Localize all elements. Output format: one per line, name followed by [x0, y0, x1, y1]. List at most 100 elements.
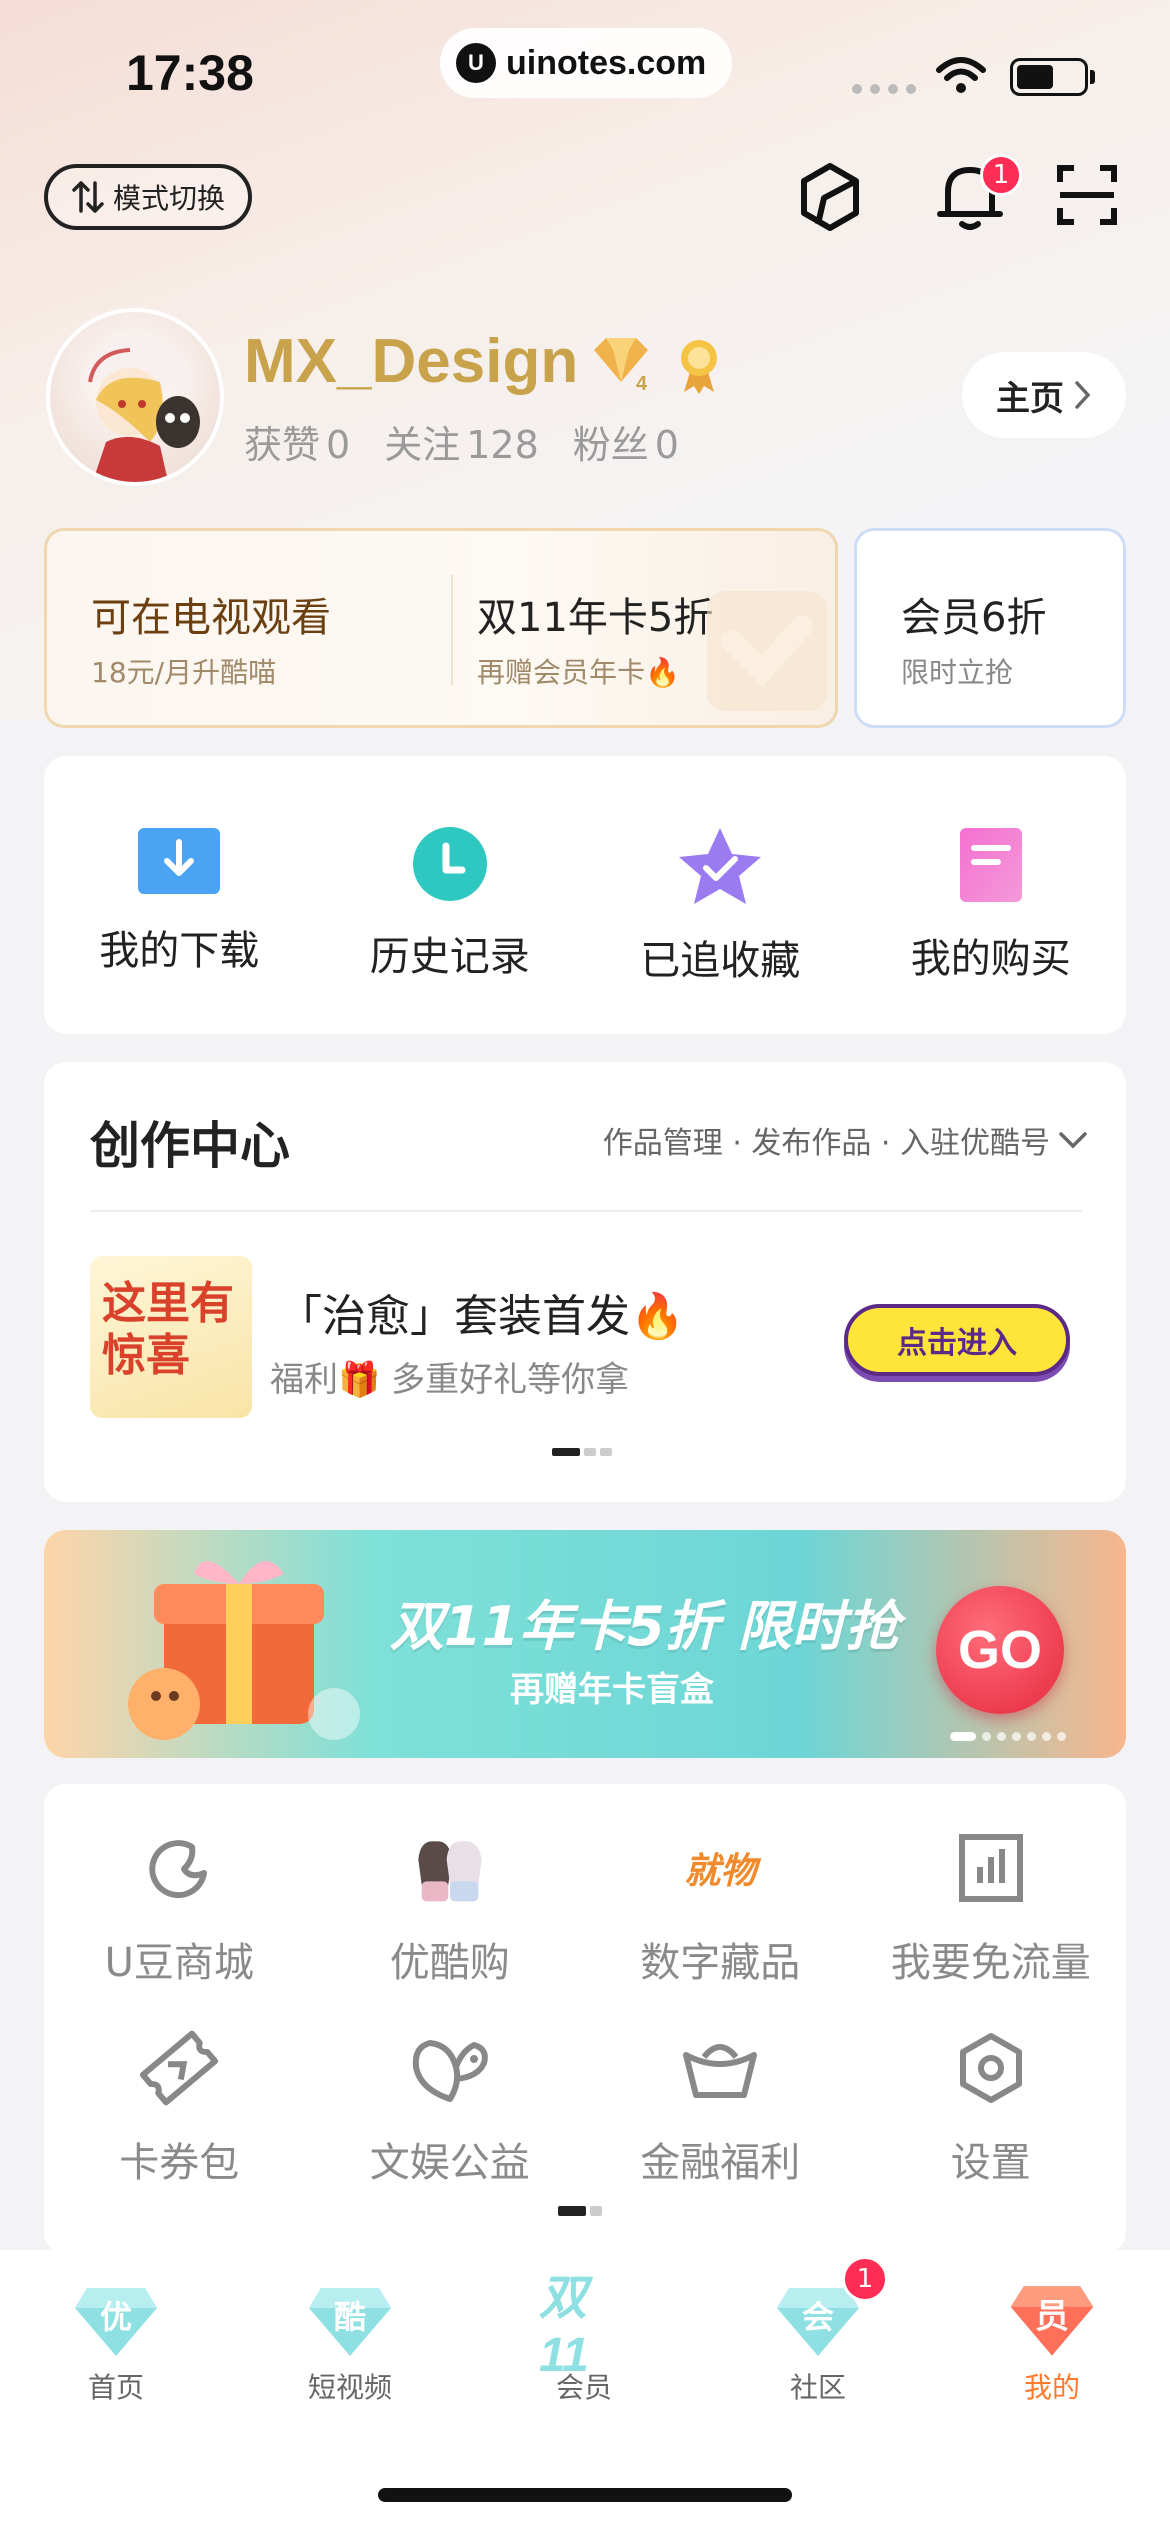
status-time: 17:38 — [126, 45, 254, 101]
svg-text:员: 员 — [1035, 2297, 1069, 2336]
charity-icon — [412, 2040, 488, 2102]
coupon-wallet[interactable]: 卡券包 — [44, 2028, 315, 2188]
vip-tab-icon: 双11 — [539, 2271, 589, 2382]
likes-stat[interactable]: 获赞 0 — [244, 414, 350, 469]
promo-thumbnail[interactable]: 这里有惊喜 — [90, 1256, 252, 1418]
scan-icon[interactable] — [1056, 164, 1118, 226]
purchase-doc-icon — [959, 828, 1022, 902]
free-data-label: 我要免流量 — [890, 1940, 1091, 1986]
digital-collection-icon: 就物 — [684, 1851, 757, 1892]
u-bean-mall[interactable]: U豆商城 — [44, 1828, 315, 1988]
banner-go-button[interactable]: GO — [936, 1586, 1064, 1714]
home-indicator — [378, 2488, 792, 2502]
tab-home[interactable]: 优 首页 — [36, 2280, 196, 2406]
homepage-button[interactable]: 主页 — [962, 352, 1126, 438]
promo-enter-button[interactable]: 点击进入 — [844, 1304, 1070, 1376]
divider — [90, 1210, 1082, 1212]
tab-vip-label: 会员 — [555, 2371, 612, 2404]
svg-text:会: 会 — [802, 2298, 834, 2336]
favorites[interactable]: 已追收藏 — [585, 756, 856, 1034]
avatar[interactable] — [46, 308, 224, 486]
digital-collection[interactable]: 就物 数字藏品 — [585, 1828, 856, 1988]
member-discount-card[interactable]: 会员6折 限时立抢 — [854, 528, 1126, 728]
heart-watermark-icon — [707, 591, 827, 711]
url-pill[interactable]: U uinotes.com — [440, 28, 732, 98]
creator-center: 创作中心 作品管理 · 发布作品 · 入驻优酷号 这里有惊喜 「治愈」套装首发🔥… — [44, 1062, 1126, 1502]
vip-promo-card[interactable]: 可在电视观看 18元/月升酷喵 双11年卡5折 再赠会员年卡🔥 — [44, 528, 838, 728]
tab-short-video[interactable]: 酷 短视频 — [270, 2280, 430, 2406]
mode-switch-label: 模式切换 — [112, 182, 225, 215]
username: MX_Design — [244, 327, 579, 396]
tab-community-label: 社区 — [789, 2371, 846, 2404]
banner-subtitle: 再赠年卡盲盒 — [510, 1670, 714, 1710]
tab-mine-label: 我的 — [1023, 2371, 1080, 2404]
notification-badge: 1 — [980, 154, 1022, 196]
charity[interactable]: 文娱公益 — [315, 2028, 586, 2188]
url-text: uinotes.com — [506, 43, 707, 82]
cube-icon[interactable] — [798, 162, 862, 232]
favorites-label: 已追收藏 — [640, 938, 801, 984]
mine-tab-icon: 员 — [1010, 2286, 1094, 2356]
following-stat[interactable]: 关注 128 — [384, 414, 539, 469]
settings[interactable]: 设置 — [856, 2028, 1127, 2188]
banner-carousel-indicator — [950, 1732, 1066, 1741]
medal-icon — [681, 340, 717, 394]
mode-switch-button[interactable]: 模式切换 — [44, 164, 252, 230]
favorite-star-icon — [679, 828, 762, 904]
tab-short-video-label: 短视频 — [307, 2371, 392, 2404]
svg-text:优: 优 — [100, 2298, 132, 2336]
homepage-label: 主页 — [996, 378, 1064, 419]
tab-vip[interactable]: 双11 会员 — [504, 2271, 664, 2406]
free-data[interactable]: 我要免流量 — [856, 1828, 1127, 1988]
member-discount-entry: 会员6折 限时立抢 — [901, 585, 1046, 691]
services-page-indicator — [558, 2206, 602, 2216]
finance-benefits[interactable]: 金融福利 — [585, 2028, 856, 2188]
vip-level: 4 — [636, 373, 648, 392]
fans-stat[interactable]: 粉丝 0 — [573, 414, 679, 469]
finance-icon — [683, 2044, 758, 2098]
my-purchases[interactable]: 我的购买 — [856, 756, 1127, 1034]
member-discount-subtitle: 限时立抢 — [901, 656, 1014, 689]
svg-text:酷: 酷 — [334, 2298, 366, 2336]
divider — [451, 575, 453, 685]
cellular-signal-icon — [852, 84, 916, 94]
creator-links-text: 作品管理 · 发布作品 · 入驻优酷号 — [602, 1126, 1050, 1161]
battery-tip — [1090, 70, 1095, 84]
youku-shop[interactable]: 优酷购 — [315, 1828, 586, 1988]
coupon-wallet-label: 卡券包 — [119, 2140, 240, 2186]
youku-shop-label: 优酷购 — [389, 1940, 510, 1986]
history[interactable]: 历史记录 — [315, 756, 586, 1034]
free-data-icon — [958, 1834, 1023, 1902]
my-downloads[interactable]: 我的下载 — [44, 756, 315, 1034]
settings-label: 设置 — [950, 2140, 1031, 2186]
gift-box-illustration — [128, 1561, 360, 1740]
annual-deal-entry[interactable]: 双11年卡5折 再赠会员年卡🔥 — [477, 585, 713, 691]
youku-shop-icon — [418, 1841, 482, 1902]
finance-benefits-label: 金融福利 — [640, 2140, 801, 2186]
avatar-illustration — [80, 337, 200, 482]
tv-watch-subtitle: 18元/月升酷喵 — [91, 656, 277, 689]
history-label: 历史记录 — [369, 934, 530, 980]
creator-links[interactable]: 作品管理 · 发布作品 · 入驻优酷号 — [603, 1118, 1088, 1162]
short-video-tab-icon: 酷 — [309, 2288, 391, 2356]
download-icon — [138, 828, 221, 894]
carousel-indicator — [552, 1448, 612, 1456]
switch-arrows-icon — [72, 181, 104, 213]
home-tab-icon: 优 — [75, 2288, 157, 2356]
tab-home-label: 首页 — [87, 2371, 144, 2404]
my-downloads-label: 我的下载 — [99, 928, 260, 974]
annual-deal-subtitle: 再赠会员年卡🔥 — [477, 656, 680, 689]
creator-center-title: 创作中心 — [90, 1117, 290, 1175]
chevron-right-icon — [1075, 381, 1091, 409]
tv-watch-title: 可在电视观看 — [91, 595, 331, 641]
services-panel: U豆商城 优酷购 就物 数字藏品 我要免流量 卡券包 文娱公益 金融福利 设置 — [44, 1784, 1126, 2254]
tv-watch-entry[interactable]: 可在电视观看 18元/月升酷喵 — [91, 585, 331, 691]
chevron-down-icon — [1059, 1132, 1087, 1149]
annual-deal-title: 双11年卡5折 — [477, 595, 714, 641]
coupon-icon — [140, 2030, 219, 2106]
promo-banner[interactable]: 双11年卡5折 限时抢 再赠年卡盲盒 GO — [44, 1530, 1126, 1758]
tab-mine[interactable]: 员 我的 — [972, 2280, 1132, 2406]
promo-thumb-text: 这里有惊喜 — [102, 1278, 234, 1381]
u-bean-icon — [149, 1840, 208, 1899]
promo-subtitle: 福利🎁 多重好礼等你拿 — [270, 1360, 630, 1400]
